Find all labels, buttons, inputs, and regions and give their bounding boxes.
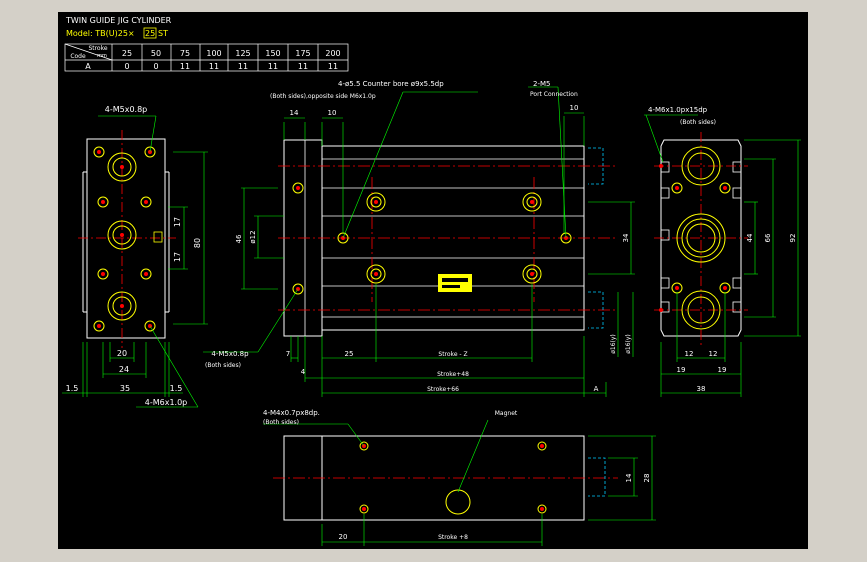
dim-left-20: 20: [117, 349, 127, 358]
dim-bottom-20: 20: [339, 533, 348, 541]
cad-drawing-area: TWIN GUIDE JIG CYLINDER Model: TB(U)25× …: [58, 12, 808, 549]
left-tap-callout: 4-M5x0.8p: [105, 105, 148, 114]
stroke-50: 50: [151, 49, 161, 58]
dim-front-10b: 10: [570, 104, 579, 112]
dim-right-92: 92: [789, 234, 797, 243]
dim-front-a: A: [594, 385, 599, 393]
stroke-25: 25: [122, 49, 132, 58]
title-model-box-value: 25: [145, 29, 155, 38]
a-value-125: 11: [238, 62, 248, 71]
left-end-view: [78, 130, 176, 348]
port-callout: 2-M5: [533, 80, 550, 88]
title-block: TWIN GUIDE JIG CYLINDER Model: TB(U)25× …: [65, 16, 172, 39]
dim-left-1-5b: 1.5: [170, 384, 183, 393]
a-value-50: 0: [153, 62, 158, 71]
product-label-plate: [438, 274, 472, 292]
dim-left-24: 24: [119, 365, 129, 374]
right-tap-callout-sub: (Both sides): [680, 119, 716, 126]
counterbore-callout-sub: (Both sides),opposite side M6x1.0p: [270, 93, 376, 100]
bottom-left-tap-callout: 4-M5x0.8p: [211, 350, 249, 358]
a-value-200: 11: [328, 62, 338, 71]
dim-left-1-5a: 1.5: [66, 384, 79, 393]
table-header-unit: mm: [97, 53, 107, 59]
bottom-view-dim-text: 4-M4x0.7px8dp. (Both sides) Magnet 14 28…: [263, 409, 651, 541]
dim-front-46: 46: [235, 234, 243, 243]
dim-right-38: 38: [697, 385, 706, 393]
dim-front-phi16a: ø16(y): [610, 334, 617, 354]
front-view-dims: [203, 86, 635, 397]
dim-bottom-14: 14: [625, 473, 633, 482]
table-header-stroke: Stroke: [88, 45, 107, 52]
a-value-150: 11: [268, 62, 278, 71]
dim-left-35: 35: [120, 384, 130, 393]
a-value-75: 11: [180, 62, 190, 71]
front-view-dim-text: 14 10 10 4-ø5.5 Counter bore ø9x5.5dp (B…: [205, 80, 632, 393]
port-callout-sub: Port Connection: [530, 91, 578, 98]
right-tap-callout: 4-M6x1.0px15dp: [648, 106, 708, 114]
dim-bottom-28: 28: [643, 474, 651, 483]
dim-bottom-stroke8: Stroke +8: [438, 534, 468, 541]
table-header-code: Code: [70, 53, 86, 60]
bottom-view: [273, 435, 618, 521]
dim-front-7: 7: [286, 350, 290, 358]
dim-front-stroke-z: Stroke - Z: [438, 351, 467, 358]
dim-right-19b: 19: [718, 366, 727, 374]
a-value-175: 11: [298, 62, 308, 71]
a-value-25: 0: [124, 62, 129, 71]
dim-right-66: 66: [764, 233, 772, 242]
left-view-dims: [62, 115, 208, 408]
stroke-table-text: Stroke Code mm A 25 50 75 100 125 150 17…: [70, 45, 340, 71]
left-bottom-tap-callout: 4-M6x1.0p: [145, 398, 188, 407]
title-model-prefix: Model: TB(U)25×: [66, 29, 135, 38]
title-model-suffix: ST: [158, 29, 168, 38]
dim-front-10a: 10: [328, 109, 337, 117]
dim-right-19a: 19: [677, 366, 686, 374]
right-end-view: [654, 132, 748, 346]
a-value-100: 11: [209, 62, 219, 71]
dim-left-17b: 17: [173, 252, 182, 262]
magnet-callout: Magnet: [495, 410, 518, 417]
counterbore-callout: 4-ø5.5 Counter bore ø9x5.5dp: [338, 80, 444, 88]
bottom-view-tap-callout-sub: (Both sides): [263, 419, 299, 426]
dim-left-17a: 17: [173, 217, 182, 227]
dim-front-phi12: ø12: [249, 230, 257, 243]
dim-right-12b: 12: [709, 350, 718, 358]
bottom-view-tap-callout: 4-M4x0.7px8dp.: [263, 409, 320, 417]
stroke-75: 75: [180, 49, 190, 58]
dim-front-34: 34: [622, 233, 630, 242]
front-view: [278, 139, 618, 337]
dim-front-25: 25: [345, 350, 354, 358]
dim-right-12a: 12: [685, 350, 694, 358]
dim-right-44: 44: [746, 233, 754, 242]
cad-drawing: TWIN GUIDE JIG CYLINDER Model: TB(U)25× …: [62, 16, 801, 546]
stroke-150: 150: [265, 49, 280, 58]
dim-front-stroke48: Stroke+48: [437, 371, 469, 378]
stroke-125: 125: [235, 49, 250, 58]
right-view-dims: [644, 114, 801, 397]
dim-front-4: 4: [301, 368, 306, 376]
dim-front-stroke66: Stroke+66: [427, 386, 459, 393]
dim-front-14: 14: [290, 109, 299, 117]
title-line-1: TWIN GUIDE JIG CYLINDER: [65, 16, 172, 25]
dim-left-80: 80: [193, 238, 202, 248]
stroke-200: 200: [325, 49, 340, 58]
stroke-100: 100: [206, 49, 221, 58]
bottom-left-tap-callout-sub: (Both sides): [205, 362, 241, 369]
stroke-175: 175: [295, 49, 310, 58]
table-row-label: A: [85, 62, 91, 71]
dim-front-phi16b: ø16(y): [625, 334, 632, 354]
